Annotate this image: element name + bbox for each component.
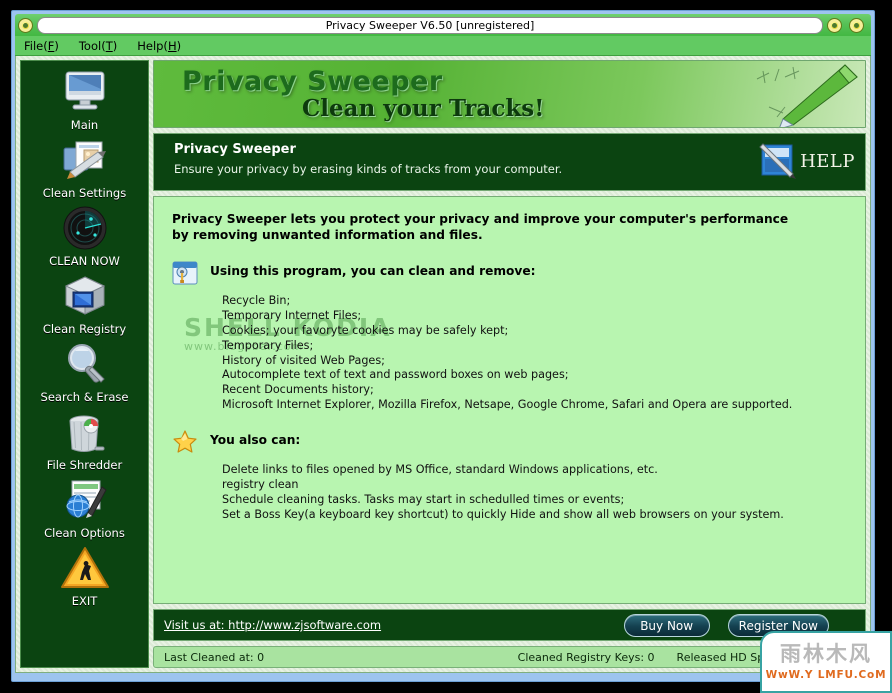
- magnifier-icon: [59, 339, 111, 389]
- website-link[interactable]: Visit us at: http://www.zjsoftware.com: [164, 618, 381, 632]
- window-title: Privacy Sweeper V6.50 [unregistered]: [37, 16, 823, 34]
- you-also-can-section: You also can: Delete links to files open…: [172, 429, 847, 523]
- content-panel: SHELL KODIA www.blogsbar.com Privacy Swe…: [153, 196, 866, 604]
- clean-and-remove-heading: Using this program, you can clean and re…: [172, 260, 847, 286]
- menu-tool-label: Tool(T): [78, 38, 118, 53]
- documents-pencil-icon: [59, 135, 111, 185]
- trash-can-icon: [59, 407, 111, 457]
- star-icon: [173, 430, 197, 453]
- status-last-cleaned: Last Cleaned at: 0: [164, 650, 265, 664]
- list-item: registry clean: [222, 477, 299, 491]
- app-orb-icon[interactable]: [18, 17, 33, 33]
- sidebar-label-main: Main: [70, 118, 99, 132]
- sidebar-item-clean-settings[interactable]: Clean Settings: [21, 135, 148, 200]
- close-orb-icon[interactable]: [849, 17, 864, 33]
- sidebar-label-search-erase: Search & Erase: [40, 390, 129, 404]
- clean-and-remove-list: Recycle Bin; Temporary Internet Files; C…: [222, 294, 847, 413]
- menu-help[interactable]: Help(H): [134, 38, 184, 54]
- sidebar-label-exit: EXIT: [71, 594, 98, 608]
- site-watermark-chinese: 雨林木风: [780, 641, 872, 666]
- banner-subtitle: Clean your Tracks!: [302, 95, 545, 122]
- status-cleaned-registry-keys: Cleaned Registry Keys: 0: [517, 650, 655, 664]
- clean-window-broom-icon: [172, 261, 198, 285]
- buy-now-button[interactable]: Buy Now: [623, 614, 710, 637]
- site-watermark: 雨林木风 WwW.Y LMFU.CoM: [760, 631, 892, 693]
- list-item: Recent Documents history;: [222, 383, 374, 397]
- help-label: HELP: [800, 150, 855, 172]
- sidebar-label-clean-settings: Clean Settings: [42, 186, 127, 200]
- menu-file-label: File(F): [24, 38, 59, 53]
- sidebar-item-clean-options[interactable]: Clean Options: [21, 475, 148, 540]
- help-book-pen-icon: [759, 143, 797, 179]
- registry-cube-icon: [59, 271, 111, 321]
- list-item: Autocomplete text of text and password b…: [222, 368, 569, 382]
- you-also-can-list: Delete links to files opened by MS Offic…: [222, 463, 847, 523]
- sidebar-label-file-shredder: File Shredder: [46, 458, 123, 472]
- list-item: Delete links to files opened by MS Offic…: [222, 463, 658, 477]
- application-window: Privacy Sweeper V6.50 [unregistered] Fil…: [11, 10, 875, 682]
- footer-bar: Visit us at: http://www.zjsoftware.com B…: [153, 609, 866, 641]
- window-body: Main Clean Settings CLEAN NOW Clean Regi…: [15, 56, 871, 673]
- banner-title: Privacy Sweeper: [182, 66, 443, 97]
- globe-pencil-icon: [59, 475, 111, 525]
- sidebar-navigation: Main Clean Settings CLEAN NOW Clean Regi…: [20, 60, 149, 668]
- list-item: Set a Boss Key(a keyboard key shortcut) …: [222, 507, 784, 521]
- you-also-can-title: You also can:: [210, 433, 301, 448]
- menu-file[interactable]: File(F): [21, 38, 62, 54]
- sidebar-item-clean-registry[interactable]: Clean Registry: [21, 271, 148, 336]
- sidebar-label-clean-now: CLEAN NOW: [49, 254, 120, 268]
- page-title: Privacy Sweeper: [174, 142, 296, 157]
- radar-icon: [59, 203, 111, 253]
- sidebar-item-file-shredder[interactable]: File Shredder: [21, 407, 148, 472]
- title-bar: Privacy Sweeper V6.50 [unregistered]: [15, 14, 871, 36]
- page-header-panel: Privacy Sweeper Ensure your privacy by e…: [153, 133, 866, 191]
- you-also-can-heading: You also can:: [172, 429, 847, 455]
- desktop-background: Privacy Sweeper V6.50 [unregistered] Fil…: [0, 0, 892, 693]
- intro-line-1: Privacy Sweeper lets you protect your pr…: [172, 212, 789, 226]
- minimize-orb-icon[interactable]: [827, 17, 842, 33]
- list-item: Microsoft Internet Explorer, Mozilla Fir…: [222, 398, 793, 412]
- menu-bar: File(F) Tool(T) Help(H): [15, 36, 871, 56]
- list-item: Temporary Files;: [222, 338, 314, 352]
- list-item: Cookies; your favoryte cookies may be sa…: [222, 323, 509, 337]
- list-item: Schedule cleaning tasks. Tasks may start…: [222, 492, 625, 506]
- list-item: History of visited Web Pages;: [222, 353, 385, 367]
- monitor-icon: [59, 67, 111, 117]
- intro-line-2: by removing unwanted information and fil…: [172, 228, 483, 243]
- main-pane: Privacy Sweeper Clean your Tracks! Priva…: [153, 60, 866, 668]
- sidebar-item-search-erase[interactable]: Search & Erase: [21, 339, 148, 404]
- menu-tool[interactable]: Tool(T): [76, 38, 120, 54]
- page-subtitle: Ensure your privacy by erasing kinds of …: [174, 162, 563, 176]
- list-item: Recycle Bin;: [222, 293, 291, 307]
- list-item: Temporary Internet Files;: [222, 308, 362, 322]
- site-watermark-url: WwW.Y LMFU.CoM: [765, 668, 887, 681]
- clean-and-remove-title: Using this program, you can clean and re…: [210, 263, 536, 278]
- sidebar-item-main[interactable]: Main: [21, 67, 148, 132]
- menu-help-label: Help(H): [137, 38, 182, 53]
- help-button[interactable]: HELP: [757, 140, 855, 182]
- pencil-icon: [756, 64, 858, 127]
- intro-text: Privacy Sweeper lets you protect your pr…: [172, 211, 847, 244]
- sidebar-label-clean-registry: Clean Registry: [42, 322, 127, 336]
- site-watermark-chinese-text: 雨林木风: [780, 641, 872, 666]
- clean-and-remove-section: Using this program, you can clean and re…: [172, 260, 847, 413]
- sidebar-label-clean-options: Clean Options: [44, 526, 125, 540]
- app-banner: Privacy Sweeper Clean your Tracks!: [153, 60, 866, 128]
- window-controls: [827, 17, 868, 33]
- exit-warning-triangle-icon: [59, 543, 111, 593]
- sidebar-item-exit[interactable]: EXIT: [21, 543, 148, 608]
- sidebar-item-clean-now[interactable]: CLEAN NOW: [21, 203, 148, 268]
